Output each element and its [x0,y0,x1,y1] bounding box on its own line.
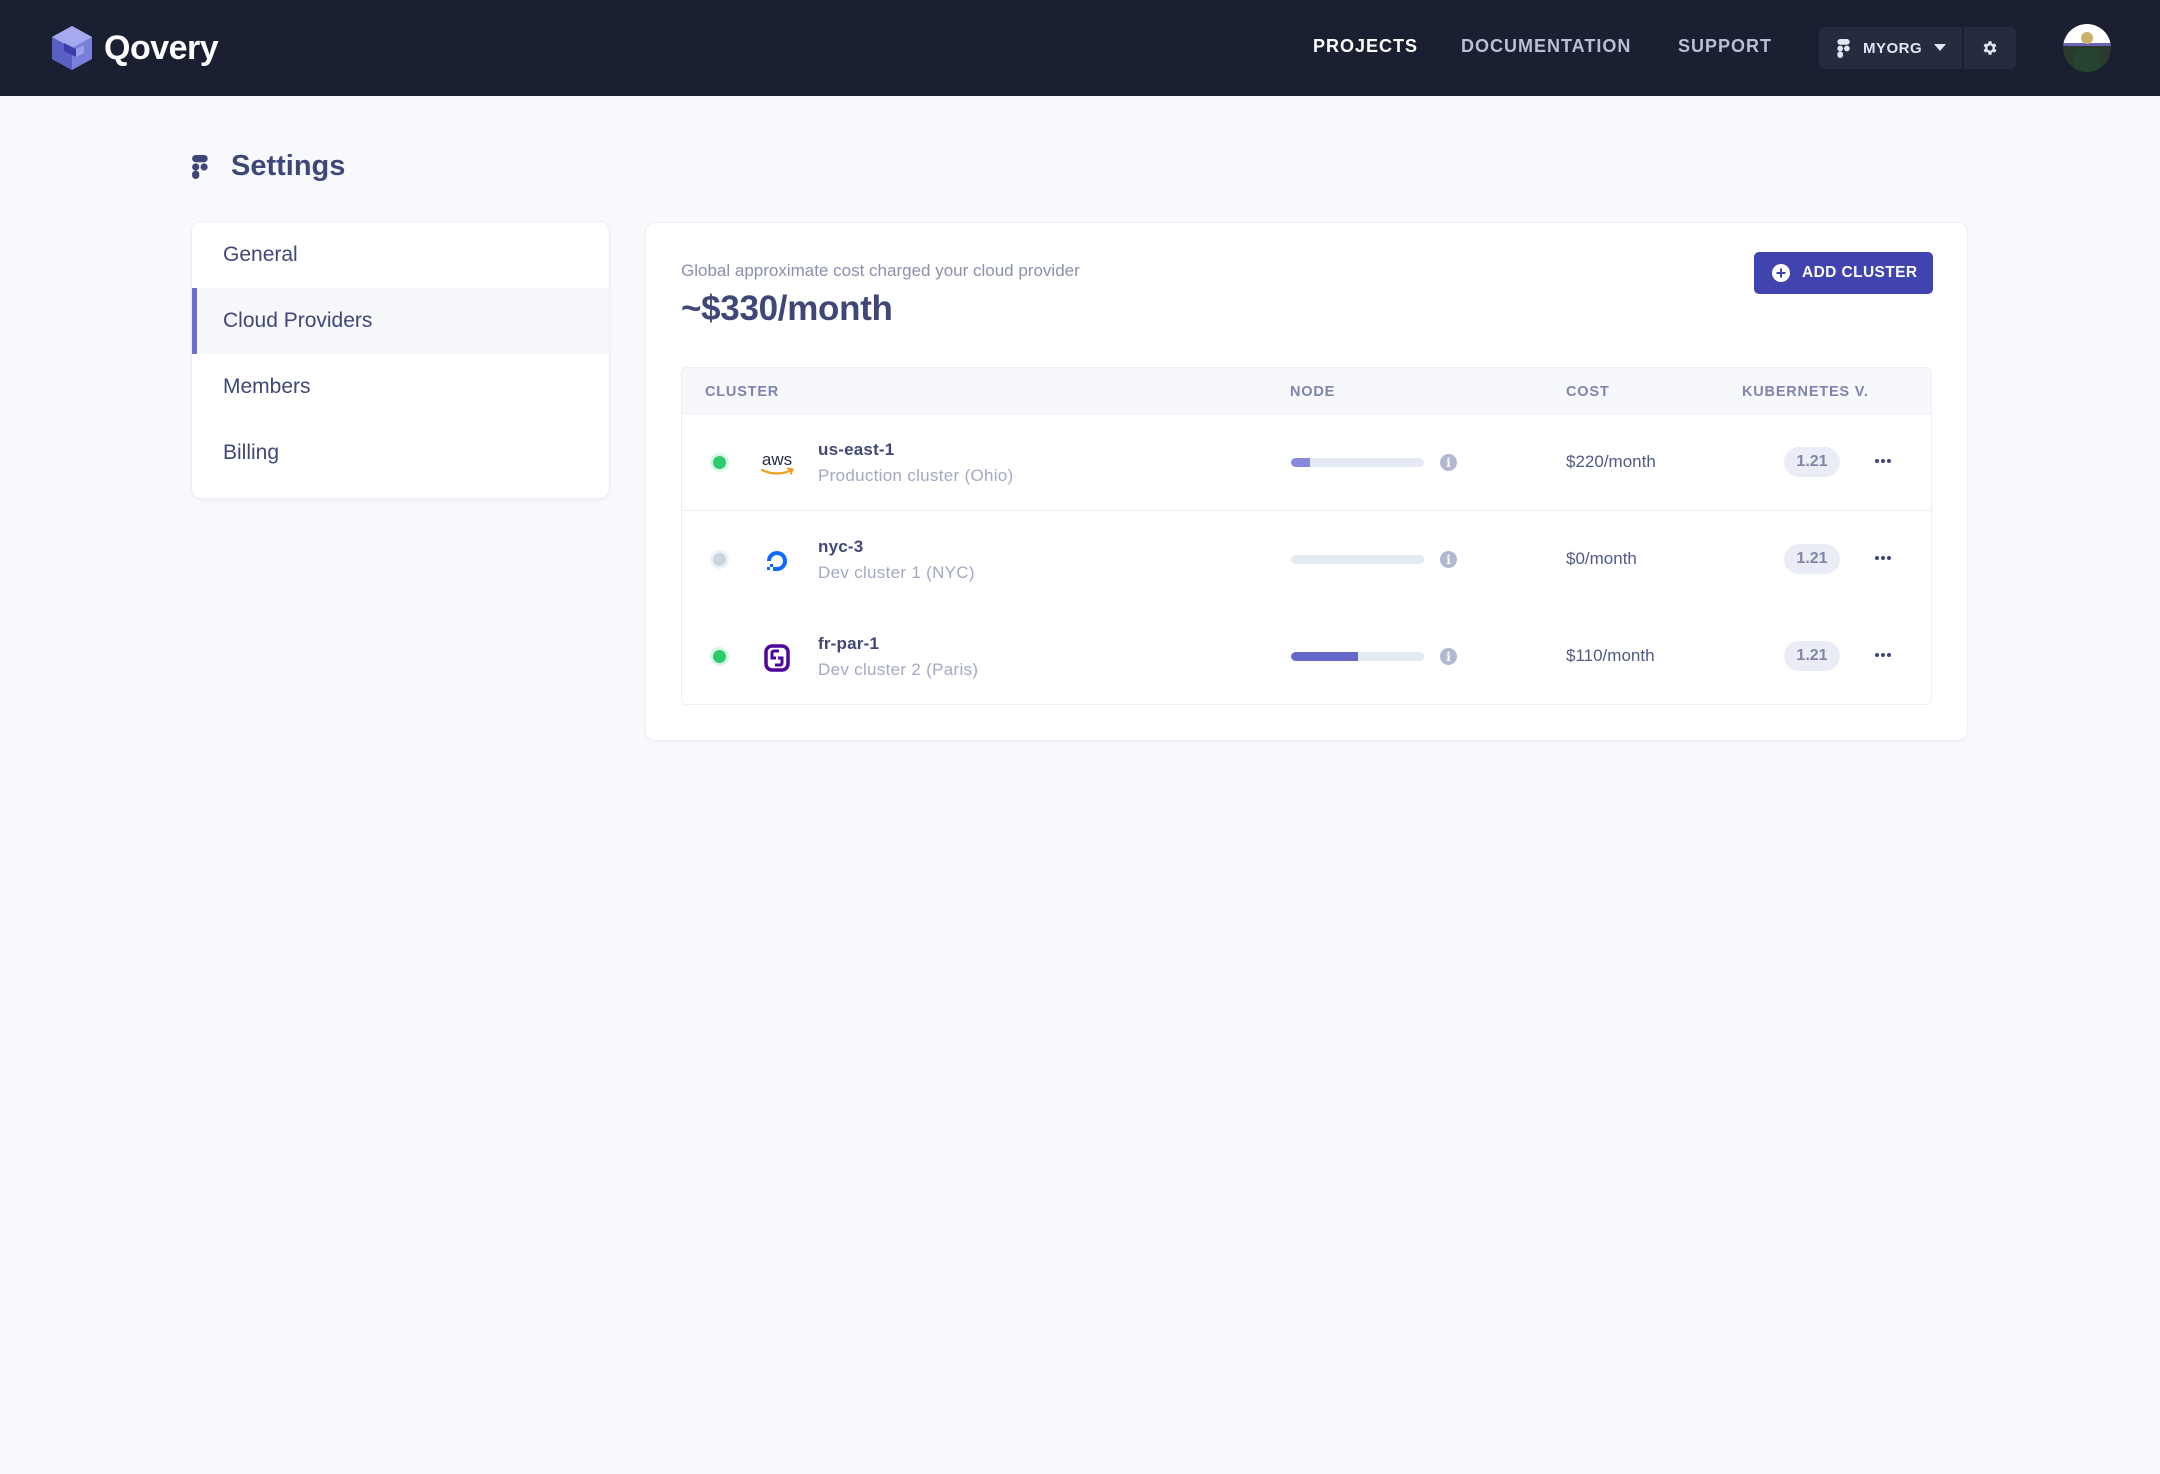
add-cluster-button[interactable]: ADD CLUSTER [1754,252,1933,294]
gear-icon [1981,39,1999,57]
page-header: Settings [192,150,345,183]
cluster-name[interactable]: fr-par-1 [818,634,879,654]
node-usage-bar [1291,458,1424,467]
sidebar-item-cloud-providers[interactable]: Cloud Providers [192,288,609,354]
more-horizontal-icon [1874,652,1892,658]
more-options-button[interactable] [1868,543,1898,573]
status-running-indicator [713,650,726,663]
status-running-indicator [713,456,726,469]
qovery-logo-icon [50,24,94,72]
figma-icon [1837,39,1851,58]
more-horizontal-icon [1874,555,1892,561]
svg-text:aws: aws [762,450,792,469]
info-icon[interactable]: i [1440,648,1457,665]
table-row[interactable]: fr-par-1 Dev cluster 2 (Paris) i $110/mo… [682,608,1931,705]
header-cost: COST [1566,384,1609,400]
kubernetes-version-badge: 1.21 [1784,544,1840,574]
org-switcher-group: MYORG [1819,27,2016,69]
chevron-down-icon [1934,44,1946,52]
plus-circle-icon [1772,264,1790,282]
more-options-button[interactable] [1868,640,1898,670]
more-horizontal-icon [1874,458,1892,464]
clusters-table: CLUSTER NODE COST KUBERNETES V. aws us-e… [681,367,1932,705]
cluster-description: Dev cluster 2 (Paris) [818,660,978,680]
cluster-name[interactable]: nyc-3 [818,537,863,557]
global-cost-label: Global approximate cost charged your clo… [681,261,1080,281]
cluster-cost: $110/month [1566,646,1655,666]
header-kubernetes-version: KUBERNETES V. [1742,384,1869,400]
node-usage-bar [1291,652,1424,661]
nav-projects[interactable]: PROJECTS [1313,36,1418,57]
aws-logo-icon: aws [756,444,798,484]
org-switcher[interactable]: MYORG [1819,27,1962,69]
node-usage-bar [1291,555,1424,564]
global-cost-value: ~$330/month [681,289,893,329]
cluster-description: Dev cluster 1 (NYC) [818,563,975,583]
nav-support[interactable]: SUPPORT [1678,36,1772,57]
add-cluster-label: ADD CLUSTER [1802,264,1917,282]
user-avatar[interactable] [2063,24,2111,72]
digitalocean-logo-icon [756,541,798,581]
node-usage-fill [1291,652,1358,661]
info-icon[interactable]: i [1440,454,1457,471]
app-name: Qovery [104,29,218,68]
scaleway-logo-icon [756,638,798,678]
kubernetes-version-badge: 1.21 [1784,447,1840,477]
table-row[interactable]: aws us-east-1 Production cluster (Ohio) … [682,414,1931,511]
org-name: MYORG [1863,40,1922,57]
header-node: NODE [1290,384,1335,400]
figma-icon [192,155,209,179]
nav-documentation[interactable]: DOCUMENTATION [1461,36,1631,57]
cluster-name[interactable]: us-east-1 [818,440,894,460]
page-title: Settings [231,150,345,183]
info-icon[interactable]: i [1440,551,1457,568]
settings-sidebar: General Cloud Providers Members Billing [191,221,610,499]
cluster-cost: $220/month [1566,452,1656,472]
node-usage-fill [1291,458,1310,467]
org-settings-button[interactable] [1964,27,2016,69]
more-options-button[interactable] [1868,446,1898,476]
cluster-cost: $0/month [1566,549,1637,569]
top-navbar: Qovery PROJECTS DOCUMENTATION SUPPORT MY… [0,0,2160,96]
sidebar-item-members[interactable]: Members [192,354,609,420]
table-header: CLUSTER NODE COST KUBERNETES V. [682,368,1931,414]
avatar-image [2063,24,2111,72]
status-stopped-indicator [713,553,726,566]
cloud-providers-card: Global approximate cost charged your clo… [645,222,1968,741]
header-cluster: CLUSTER [705,384,779,400]
table-row[interactable]: nyc-3 Dev cluster 1 (NYC) i $0/month 1.2… [682,511,1931,608]
kubernetes-version-badge: 1.21 [1784,641,1840,671]
qovery-logo[interactable]: Qovery [50,24,218,72]
cluster-description: Production cluster (Ohio) [818,466,1014,486]
sidebar-item-general[interactable]: General [192,222,609,288]
sidebar-item-billing[interactable]: Billing [192,420,609,486]
